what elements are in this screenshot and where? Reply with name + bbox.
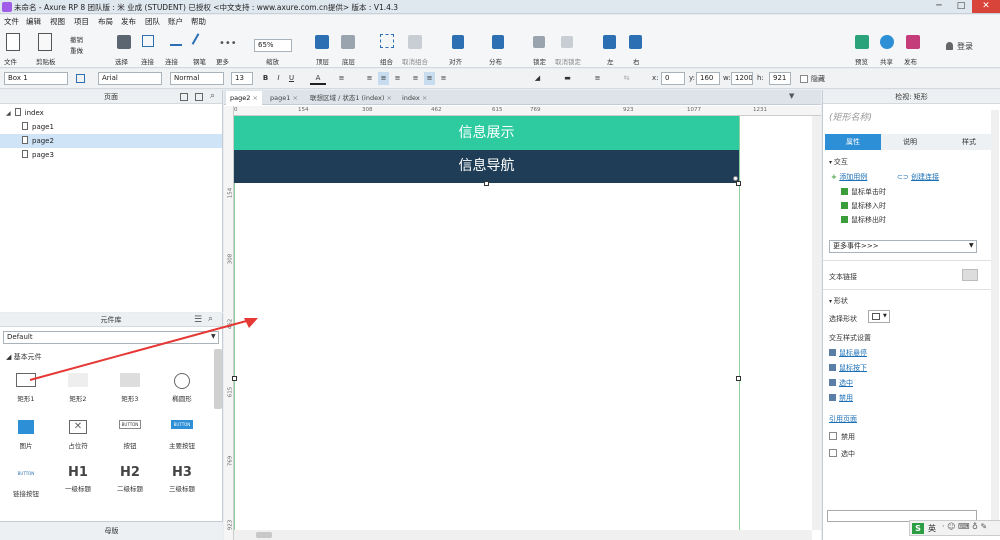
interaction-section[interactable]: ▾ 交互 [829, 157, 848, 167]
inspector-scrollbar[interactable] [991, 110, 999, 520]
inspector-panel: 检视: 矩形 (矩形名称) 属性 说明 样式 ▾ 交互 + 添加用例 ⊂⊃ 创建… [822, 90, 1000, 540]
link-label: 禁用 [839, 394, 853, 402]
style-icon [829, 379, 836, 386]
event-mouse-enter[interactable]: 鼠标移入时 [841, 201, 886, 211]
event-icon [841, 188, 848, 195]
chevron-down-icon[interactable]: ▼ [969, 242, 974, 249]
selected-style-link[interactable]: 选中 [829, 378, 853, 388]
shape-name-input[interactable]: (矩形名称) [829, 110, 872, 123]
inspector-header: 检视: 矩形 [823, 90, 1000, 104]
select-shape-label: 选择形状 [829, 315, 857, 323]
text-link-button[interactable] [962, 269, 978, 281]
section-label: 交互 [833, 158, 848, 166]
rectangle-shape-icon [872, 313, 880, 320]
reference-page-link[interactable]: 引用页面 [829, 414, 857, 424]
event-mouse-leave[interactable]: 鼠标移出时 [841, 215, 886, 225]
add-case-label: 添加用例 [839, 173, 868, 181]
tab-properties[interactable]: 属性 [825, 134, 881, 150]
divider [823, 260, 999, 261]
interaction-styles-label: 交互样式设置 [829, 334, 871, 342]
shape-section[interactable]: ▾ 形状 [829, 296, 848, 306]
sogou-ime-icon[interactable]: S [912, 523, 924, 534]
style-icon [829, 364, 836, 371]
checkbox-label: 选中 [841, 450, 855, 458]
create-link-label: 创建连接 [910, 173, 939, 181]
chevron-down-icon: ▼ [883, 313, 887, 319]
disabled-checkbox-row[interactable]: 禁用 [829, 432, 855, 442]
link-icon: ⊂⊃ [897, 173, 911, 181]
tab-notes[interactable]: 说明 [881, 134, 939, 150]
checkbox[interactable] [829, 449, 837, 457]
more-events-select[interactable]: 更多事件>>> [829, 240, 977, 253]
event-click[interactable]: 鼠标单击时 [841, 187, 886, 197]
divider [823, 289, 999, 290]
arrow-head [244, 318, 258, 328]
event-label: 鼠标单击时 [851, 188, 886, 196]
link-label: 选中 [839, 379, 853, 387]
ime-language-toggle[interactable]: 英 [928, 523, 936, 534]
arrow-line [29, 319, 251, 381]
event-label: 鼠标移出时 [851, 216, 886, 224]
section-label: 形状 [833, 297, 848, 305]
shape-picker[interactable]: ▼ [868, 310, 890, 323]
tab-style[interactable]: 样式 [939, 134, 999, 150]
mouse-down-link[interactable]: 鼠标按下 [829, 363, 867, 373]
event-label: 鼠标移入时 [851, 202, 886, 210]
style-icon [829, 349, 836, 356]
checkbox[interactable] [829, 432, 837, 440]
ime-settings-icons[interactable]: · ☺ ⌨ ♁ ✎ [942, 522, 987, 531]
event-icon [841, 216, 848, 223]
add-case-link[interactable]: + 添加用例 [831, 172, 867, 182]
checkbox-label: 禁用 [841, 433, 855, 441]
event-icon [841, 202, 848, 209]
mouse-hover-link[interactable]: 鼠标悬停 [829, 348, 867, 358]
link-label: 引用页面 [829, 415, 857, 423]
link-label: 鼠标按下 [839, 364, 867, 372]
create-link[interactable]: ⊂⊃ 创建连接 [897, 172, 939, 182]
style-icon [829, 394, 836, 401]
disabled-style-link[interactable]: 禁用 [829, 393, 853, 403]
selected-checkbox-row[interactable]: 选中 [829, 449, 855, 459]
link-label: 鼠标悬停 [839, 349, 867, 357]
ime-toolbar: S 英 · ☺ ⌨ ♁ ✎ [909, 520, 1000, 536]
text-link-label: 文本链接 [829, 273, 857, 281]
